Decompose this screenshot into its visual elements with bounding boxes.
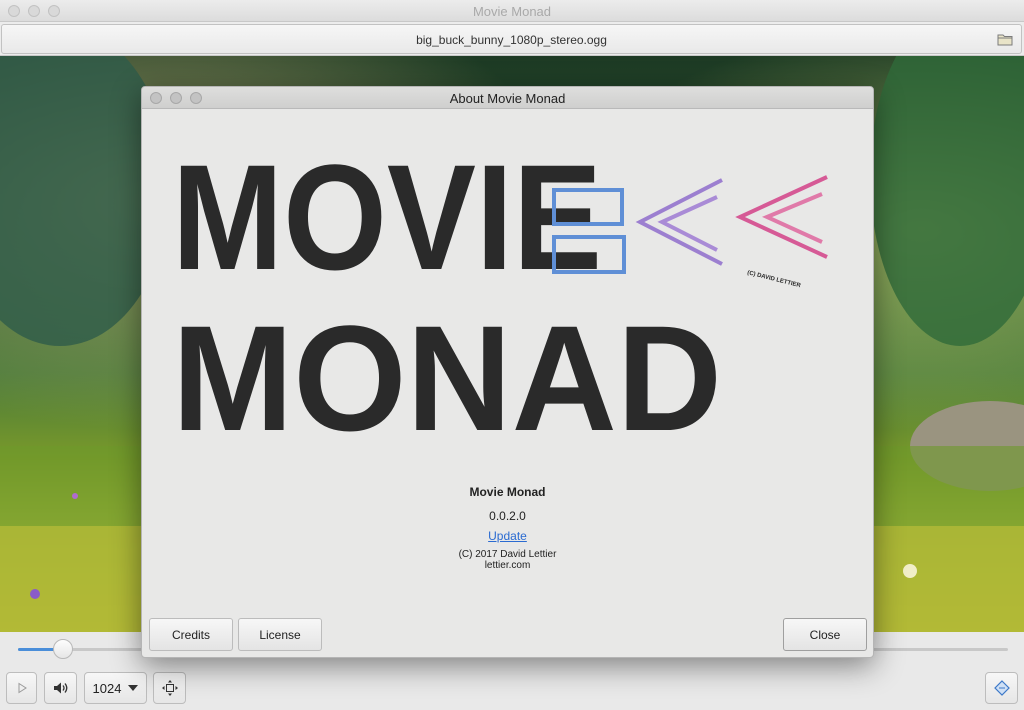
volume-icon <box>53 682 67 694</box>
file-name: big_buck_bunny_1080p_stereo.ogg <box>416 33 607 47</box>
logo-credit-text: (C) DAVID LETTIER <box>747 270 802 289</box>
logo-chevrons-mark <box>635 175 828 266</box>
license-button[interactable]: License <box>238 618 322 651</box>
app-name: Movie Monad <box>469 485 546 499</box>
folder-icon <box>997 34 1013 46</box>
app-version: 0.0.2.0 <box>489 509 526 523</box>
file-chooser-button[interactable]: big_buck_bunny_1080p_stereo.ogg <box>1 24 1022 54</box>
video-size-select[interactable]: 1024 <box>84 672 147 704</box>
play-icon <box>18 682 27 694</box>
about-dialog: About Movie Monad MOVIE MONAD (C) DAVID … <box>141 86 874 658</box>
update-link[interactable]: Update <box>142 529 873 543</box>
info-icon <box>993 680 1010 696</box>
copyright-text: (C) 2017 David Lettier <box>458 549 557 560</box>
info-button[interactable] <box>985 672 1018 704</box>
fullscreen-button[interactable] <box>153 672 186 704</box>
seek-bar-handle[interactable] <box>53 639 73 659</box>
about-dialog-titlebar: About Movie Monad <box>142 87 873 109</box>
credits-button[interactable]: Credits <box>149 618 233 651</box>
play-button[interactable] <box>6 672 37 704</box>
volume-button[interactable] <box>44 672 77 704</box>
video-size-value: 1024 <box>92 680 122 696</box>
website-text: lettier.com <box>484 560 531 571</box>
close-button[interactable]: Close <box>783 618 867 651</box>
window-title: Movie Monad <box>472 4 552 19</box>
logo-text-monad: MONAD <box>172 294 722 442</box>
file-chooser-bar: big_buck_bunny_1080p_stereo.ogg <box>0 22 1024 56</box>
logo-text-movie: MOVIE <box>172 142 602 301</box>
app-logo: MOVIE MONAD (C) DAVID LETTIER <box>172 142 828 442</box>
fullscreen-icon <box>161 680 178 696</box>
about-dialog-title: About Movie Monad <box>449 91 566 106</box>
window-titlebar: Movie Monad <box>0 0 1024 22</box>
chevron-down-icon <box>128 685 139 691</box>
